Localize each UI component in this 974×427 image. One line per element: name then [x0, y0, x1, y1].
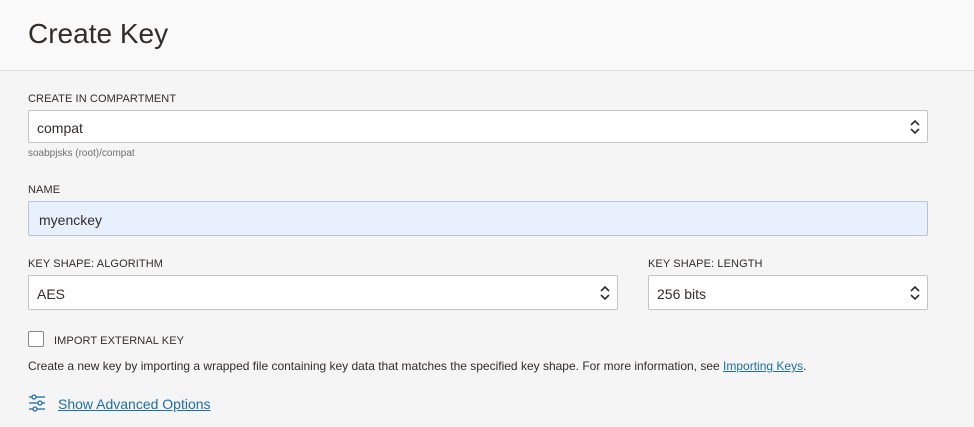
compartment-value: compat: [37, 120, 83, 136]
page-title: Create Key: [28, 18, 169, 49]
import-description: Create a new key by importing a wrapped …: [28, 359, 806, 373]
algorithm-select[interactable]: AES: [28, 275, 618, 310]
algorithm-label: KEY SHAPE: ALGORITHM: [28, 258, 164, 270]
dialog-header: Create Key: [0, 0, 974, 71]
length-label: KEY SHAPE: LENGTH: [648, 258, 763, 270]
import-description-suffix: .: [803, 359, 807, 373]
import-description-text: Create a new key by importing a wrapped …: [28, 359, 720, 373]
import-external-key-label: IMPORT EXTERNAL KEY: [54, 335, 185, 347]
name-value: myenckey: [39, 212, 103, 228]
compartment-path: soabpjsks (root)/compat: [28, 148, 135, 159]
algorithm-value: AES: [37, 286, 66, 302]
select-chevrons-icon: [600, 285, 610, 301]
select-chevrons-icon: [910, 285, 920, 301]
select-chevrons-icon: [910, 119, 920, 135]
importing-keys-link[interactable]: Importing Keys: [723, 359, 803, 373]
sliders-icon[interactable]: [28, 394, 46, 412]
compartment-select[interactable]: compat: [28, 110, 928, 143]
compartment-label: CREATE IN COMPARTMENT: [28, 93, 177, 105]
form-body: CREATE IN COMPARTMENT compat soabpjsks (…: [0, 71, 974, 427]
import-external-key-checkbox[interactable]: [28, 331, 44, 347]
length-select[interactable]: 256 bits: [648, 275, 928, 310]
name-input[interactable]: myenckey: [28, 201, 928, 236]
length-value: 256 bits: [657, 286, 707, 302]
name-label: NAME: [28, 184, 61, 196]
show-advanced-options-link[interactable]: Show Advanced Options: [58, 396, 211, 412]
